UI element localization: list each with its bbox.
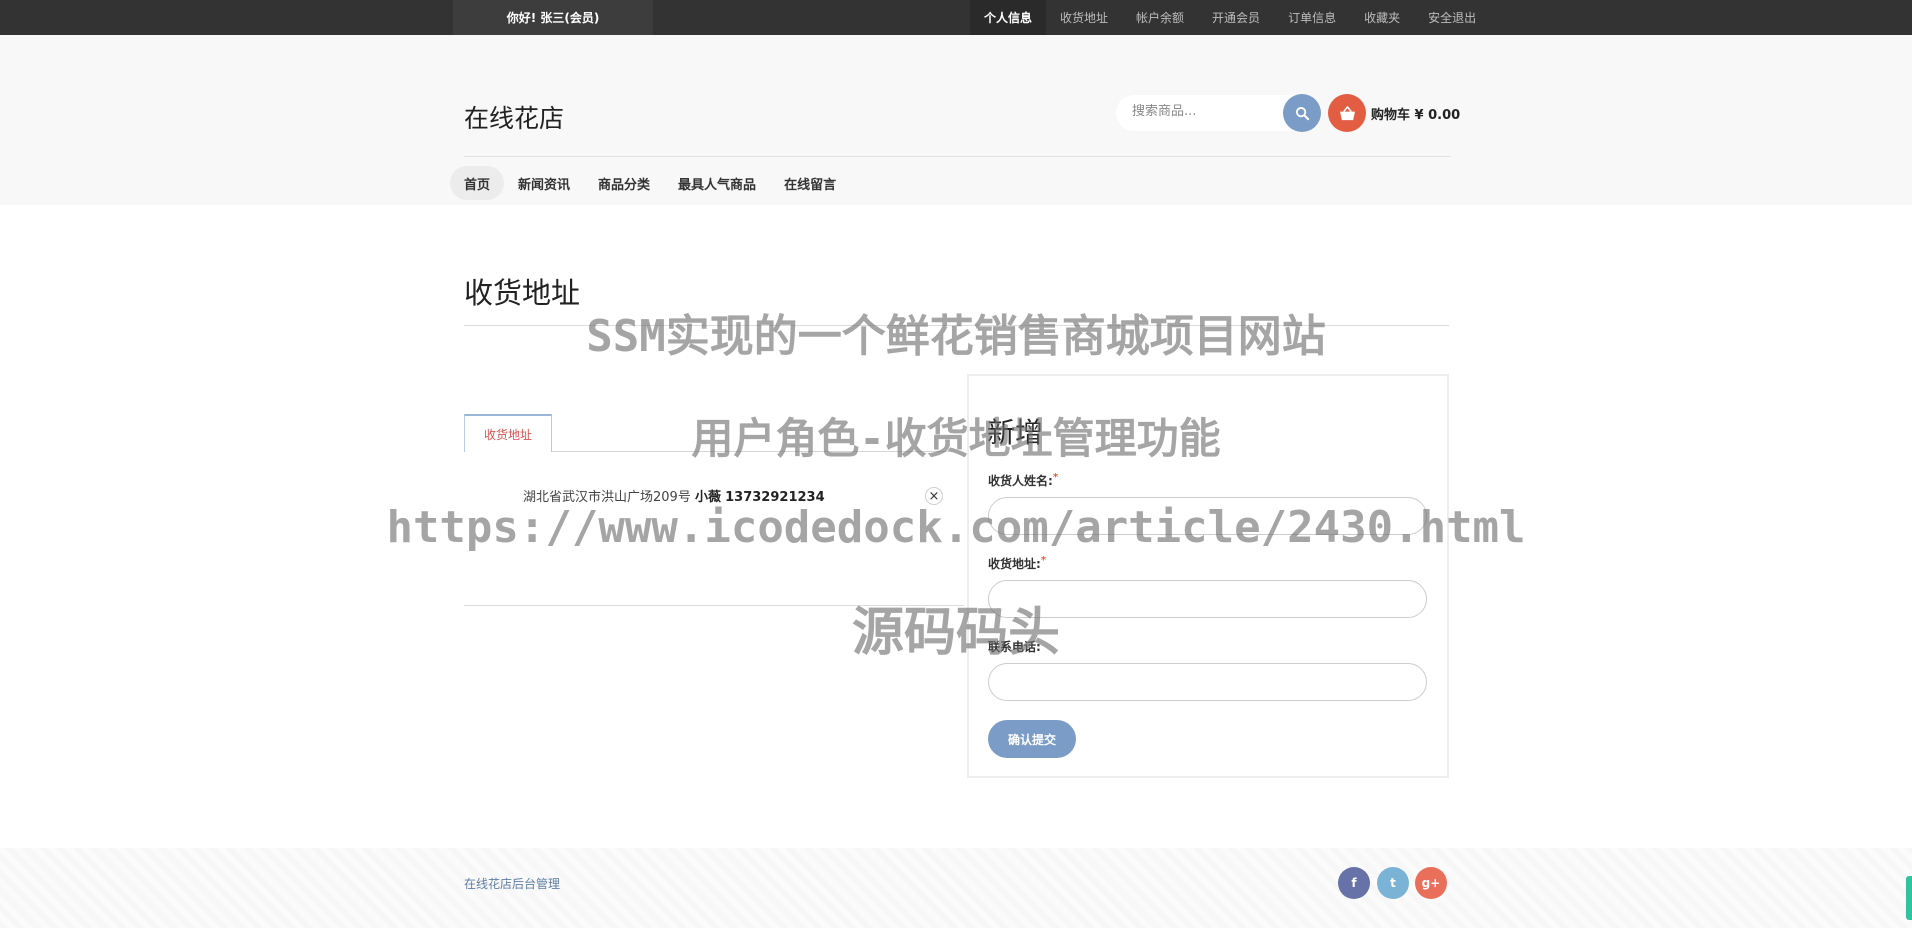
nav-popular[interactable]: 最具人气商品: [664, 166, 770, 200]
google-plus-button[interactable]: g+: [1415, 867, 1447, 899]
topnav-orders[interactable]: 订单信息: [1274, 0, 1350, 35]
search-icon: [1295, 106, 1309, 120]
site-logo[interactable]: 在线花店: [464, 99, 564, 135]
basket-icon: [1339, 105, 1355, 120]
google-plus-icon: g+: [1421, 876, 1441, 890]
close-icon: ×: [928, 488, 940, 504]
topnav-favorites[interactable]: 收藏夹: [1350, 0, 1414, 35]
header-divider: [464, 156, 1451, 157]
cart-button[interactable]: [1328, 94, 1366, 132]
address-label-text: 收货地址:: [988, 557, 1041, 571]
watermark-url: https://www.icodedock.com/article/2430.h…: [386, 502, 1526, 553]
watermark-title: SSM实现的一个鲜花销售商城项目网站: [586, 311, 1326, 362]
side-feedback-tab[interactable]: [1906, 876, 1912, 920]
admin-link[interactable]: 在线花店后台管理: [464, 875, 560, 892]
phone-input[interactable]: [988, 663, 1427, 701]
topnav-profile[interactable]: 个人信息: [970, 0, 1047, 35]
tab-addresses[interactable]: 收货地址: [464, 414, 552, 452]
watermark-subtitle: 用户角色-收货地址管理功能: [691, 414, 1221, 463]
address-label: 收货地址:*: [988, 555, 1046, 572]
topnav-logout[interactable]: 安全退出: [1414, 0, 1490, 35]
top-bar: 你好! 张三(会员) 个人信息 收货地址 帐户余额 开通会员 订单信息 收藏夹 …: [0, 0, 1912, 35]
facebook-icon: f: [1351, 876, 1357, 890]
nav-news[interactable]: 新闻资讯: [504, 166, 584, 200]
name-label: 收货人姓名:*: [988, 472, 1058, 489]
topnav-addresses[interactable]: 收货地址: [1046, 0, 1122, 35]
search-button[interactable]: [1283, 94, 1321, 132]
topnav-membership[interactable]: 开通会员: [1198, 0, 1274, 35]
nav-home[interactable]: 首页: [450, 166, 505, 200]
required-mark: *: [1052, 472, 1059, 483]
required-mark: *: [1040, 555, 1047, 566]
submit-button[interactable]: 确认提交: [988, 720, 1076, 758]
user-greeting: 你好! 张三(会员): [453, 0, 653, 35]
site-header: 在线花店 购物车 ¥ 0.00 首页 新闻资讯 商品分类 最具人气商品 在线留言: [0, 35, 1912, 205]
topnav-balance[interactable]: 帐户余额: [1122, 0, 1198, 35]
nav-messages[interactable]: 在线留言: [770, 166, 850, 200]
twitter-button[interactable]: t: [1377, 867, 1409, 899]
site-footer: [0, 848, 1912, 928]
nav-categories[interactable]: 商品分类: [584, 166, 664, 200]
account-nav: 个人信息 收货地址 帐户余额 开通会员 订单信息 收藏夹 安全退出: [970, 0, 1490, 35]
facebook-button[interactable]: f: [1338, 867, 1370, 899]
search-input[interactable]: [1132, 104, 1272, 119]
main-nav: 首页 新闻资讯 商品分类 最具人气商品 在线留言: [450, 166, 850, 200]
cart-total[interactable]: 购物车 ¥ 0.00: [1371, 104, 1460, 123]
name-label-text: 收货人姓名:: [988, 474, 1053, 488]
watermark-brand: 源码码头: [851, 603, 1060, 663]
twitter-icon: t: [1390, 876, 1396, 890]
